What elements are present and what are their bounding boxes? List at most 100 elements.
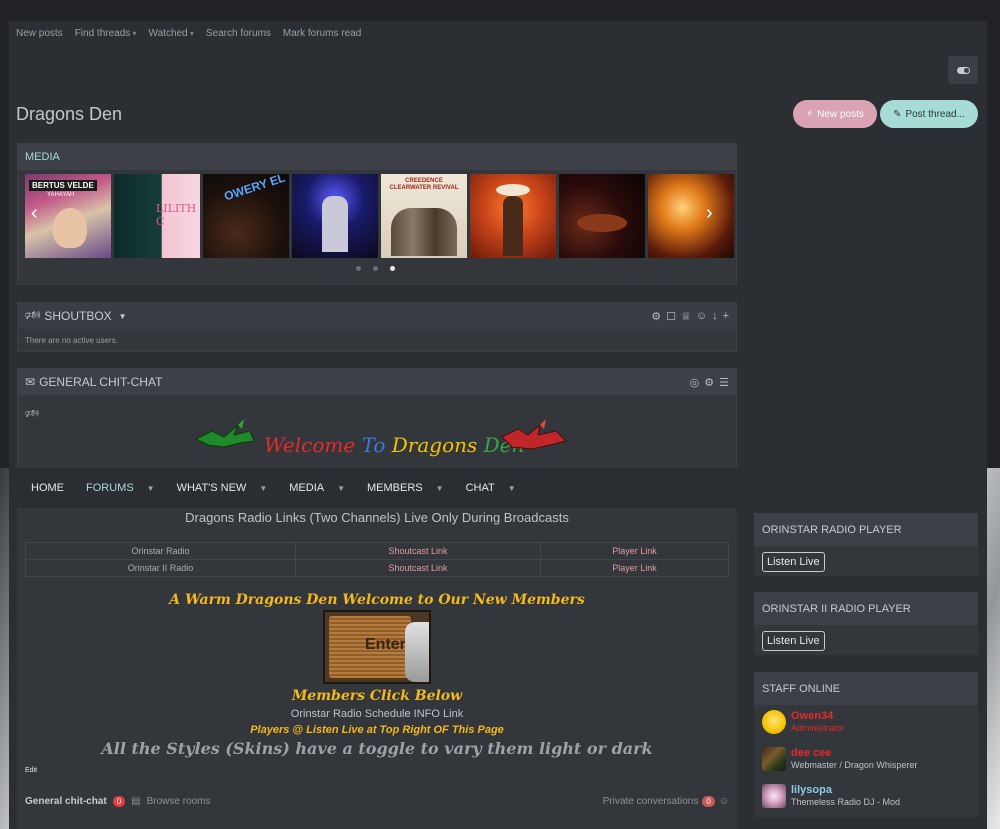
player-link[interactable]: Player Link (540, 542, 729, 560)
chevron-down-icon[interactable]: ▼ (259, 484, 267, 493)
staff-role: Themeless Radio DJ - Mod (791, 797, 901, 807)
chevron-down-icon[interactable]: ▼ (508, 484, 516, 493)
welcome-word: To (361, 433, 386, 457)
post-thread-label: Post thread... (905, 108, 965, 120)
shoutcast-link[interactable]: Shoutcast Link (295, 559, 541, 577)
chevron-down-icon[interactable]: ▼ (119, 312, 127, 321)
listen-live-button[interactable]: Listen Live (762, 552, 825, 572)
thumb-figure (53, 208, 87, 248)
nav-forums[interactable]: FORUMS ▼ (86, 482, 155, 494)
private-count-badge: 0 (702, 795, 715, 807)
list-item[interactable]: dee cee Webmaster / Dragon Whisperer (754, 742, 978, 779)
nav-home[interactable]: HOME (31, 482, 64, 494)
chat-bubbles-icon: ✉︎ (25, 375, 36, 389)
carousel-next-icon[interactable]: › (706, 202, 713, 225)
media-thumb[interactable] (470, 174, 556, 258)
radio-player-2-title: ORINSTAR II RADIO PLAYER (754, 592, 978, 625)
media-title[interactable]: MEDIA (25, 151, 60, 163)
archive-icon[interactable]: ☐ (666, 310, 676, 323)
edit-link[interactable]: Edit (25, 767, 37, 774)
media-thumb[interactable] (292, 174, 378, 258)
staff-name[interactable]: dee cee (791, 747, 917, 760)
media-thumb[interactable] (648, 174, 734, 258)
media-thumb[interactable]: CREEDENCE CLEARWATER REVIVAL (381, 174, 467, 258)
players-note: Players @ Listen Live at Top Right OF Th… (250, 724, 504, 736)
plus-icon[interactable]: + (723, 310, 729, 323)
chevron-down-icon[interactable]: ▼ (337, 484, 345, 493)
user-add-icon[interactable]: ☺ (719, 796, 729, 807)
shoutbox-body: There are no active users. (25, 336, 118, 345)
media-block: MEDIA BERTUS VELDE YAHAYAH LILITH C OWER… (17, 143, 737, 285)
media-thumb[interactable] (559, 174, 645, 258)
radio-name: Orinstar II Radio (25, 559, 296, 577)
shoutcast-link[interactable]: Shoutcast Link (295, 542, 541, 560)
schedule-link[interactable]: Orinstar Radio Schedule INFO Link (17, 708, 737, 720)
staff-name[interactable]: Owen34 (791, 710, 844, 723)
user-add-icon[interactable]: ☺ (696, 310, 707, 323)
globe-icon[interactable]: ◎ (690, 376, 700, 389)
mat-enter-text: Enter (365, 636, 406, 653)
thumb-figure (503, 196, 523, 256)
nav-whats-new[interactable]: WHAT'S NEW ▼ (177, 482, 268, 494)
settings-icon[interactable]: ⚙ (651, 310, 661, 323)
radio-player-title: ORINSTAR RADIO PLAYER (754, 513, 978, 546)
media-thumb[interactable]: BERTUS VELDE YAHAYAH (25, 174, 111, 258)
menu-icon[interactable]: ☰ (719, 376, 729, 389)
table-row: Orinstar Radio Shoutcast Link Player Lin… (25, 542, 729, 560)
subnav-mark-forums-read[interactable]: Mark forums read (283, 28, 361, 39)
player-link[interactable]: Player Link (540, 559, 729, 577)
settings-icon[interactable]: ⚙ (704, 376, 714, 389)
green-dragon-icon (194, 419, 255, 448)
members-click-heading: Members Click Below (291, 688, 463, 704)
nav-members[interactable]: MEMBERS ▼ (367, 482, 444, 494)
subnav-new-posts[interactable]: New posts (16, 28, 63, 39)
media-thumb[interactable]: LILITH C (114, 174, 200, 258)
chat-content-card: Dragons Radio Links (Two Channels) Live … (17, 508, 737, 829)
post-thread-button[interactable]: ✎ Post thread... (880, 100, 978, 128)
megaphone-icon[interactable]: 🕬︎ (25, 405, 39, 424)
chat-footer: General chit-chat 0 ▤ Browse rooms Priva… (17, 788, 737, 814)
sub-navigation: New posts Find threads Watched Search fo… (16, 28, 361, 39)
staff-name[interactable]: lilysopa (791, 784, 900, 797)
carousel-dot[interactable] (373, 266, 378, 271)
new-posts-button[interactable]: ⚡︎ New posts (793, 100, 877, 128)
nav-label: WHAT'S NEW (176, 482, 247, 494)
chit-chat-title: GENERAL CHIT-CHAT (39, 375, 163, 389)
radio-player-widget: ORINSTAR RADIO PLAYER Listen Live (754, 513, 978, 576)
avatar[interactable] (762, 747, 786, 771)
list-item[interactable]: lilysopa Themeless Radio DJ - Mod (754, 779, 978, 816)
shoutbox-title: SHOUTBOX (44, 309, 112, 323)
subnav-find-threads[interactable]: Find threads (75, 28, 137, 39)
radio-player-2-widget: ORINSTAR II RADIO PLAYER Listen Live (754, 592, 978, 655)
shoutbox-header: 🕬︎ SHOUTBOX ▼ ⚙ ☐ ♕ ☺ ↓ + (18, 303, 736, 329)
list-item[interactable]: Owen34 Administrator (754, 705, 978, 742)
private-conversations-link[interactable]: Private conversations (603, 796, 699, 807)
welcome-mat-image: Enter (323, 610, 431, 684)
chevron-down-icon[interactable]: ▼ (436, 484, 444, 493)
avatar[interactable] (762, 784, 786, 808)
media-header: MEDIA (18, 144, 736, 170)
nav-chat[interactable]: CHAT ▼ (466, 482, 516, 494)
media-thumb[interactable]: OWERY EL (203, 174, 289, 258)
carousel-dot[interactable] (356, 266, 361, 271)
thumb-figure (577, 214, 627, 232)
browse-rooms-link[interactable]: Browse rooms (147, 796, 211, 807)
subnav-watched[interactable]: Watched (149, 28, 194, 39)
room-name[interactable]: General chit-chat (25, 796, 107, 807)
nav-media[interactable]: MEDIA ▼ (289, 482, 345, 494)
style-toggle-button[interactable] (948, 56, 978, 84)
nav-label: MEMBERS (367, 482, 423, 494)
thumb-caption: CREEDENCE CLEARWATER REVIVAL (389, 178, 459, 191)
megaphone-icon: 🕬︎ (25, 307, 41, 322)
subnav-search-forums[interactable]: Search forums (206, 28, 271, 39)
carousel-dot-active[interactable] (390, 266, 395, 271)
listen-live-button-2[interactable]: Listen Live (762, 631, 825, 651)
styles-note: All the Styles (Skins) have a toggle to … (101, 739, 653, 758)
arrow-down-icon[interactable]: ↓ (712, 310, 718, 323)
staff-role: Webmaster / Dragon Whisperer (791, 760, 918, 770)
main-navbar: HOME FORUMS ▼ WHAT'S NEW ▼ MEDIA ▼ MEMBE… (9, 468, 987, 508)
avatar[interactable] (762, 710, 786, 734)
chevron-down-icon[interactable]: ▼ (147, 484, 155, 493)
trophy-icon[interactable]: ♕ (681, 310, 691, 323)
carousel-prev-icon[interactable]: ‹ (31, 202, 38, 225)
